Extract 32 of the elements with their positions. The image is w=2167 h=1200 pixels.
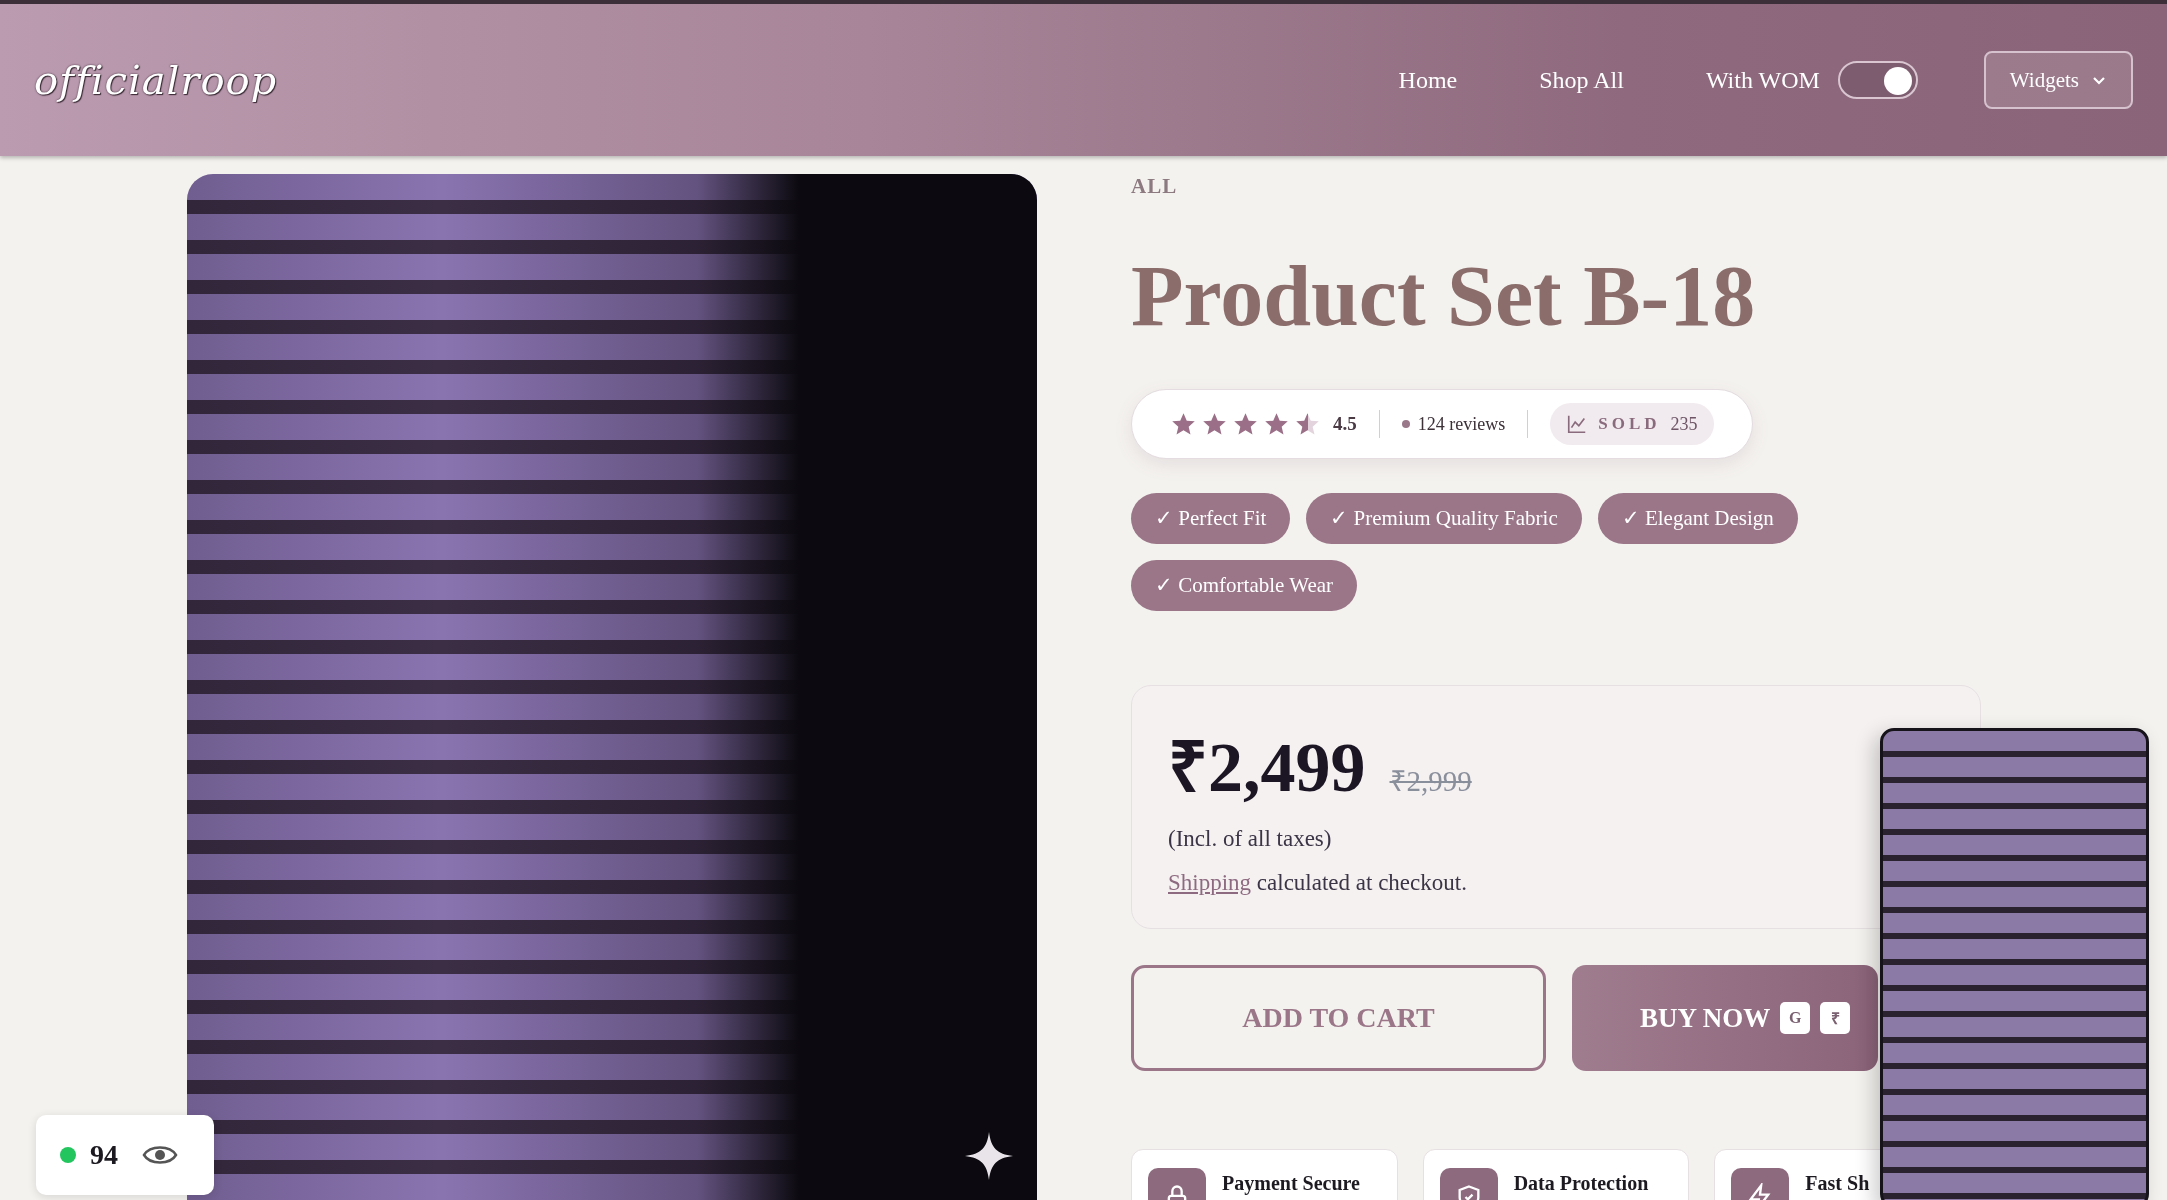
feature-tag: ✓ Comfortable Wear <box>1131 560 1358 611</box>
feature-label: Payment Secure <box>1222 1172 1360 1195</box>
add-to-cart-button[interactable]: ADD TO CART <box>1131 965 1546 1071</box>
sold-count: 235 <box>1670 413 1698 435</box>
shipping-link[interactable]: Shipping <box>1168 870 1252 895</box>
feature-tag: ✓ Premium Quality Fabric <box>1306 493 1582 544</box>
widgets-dropdown[interactable]: Widgets <box>1983 51 2133 109</box>
feature-label: Data Protection <box>1513 1172 1649 1195</box>
breadcrumb-link[interactable]: ALL <box>1131 174 1178 198</box>
payment-badge: ₹ <box>1820 1002 1851 1034</box>
feature-tag: ✓ Elegant Design <box>1597 493 1798 544</box>
tax-note: (Incl. of all taxes) <box>1168 826 1333 852</box>
buy-now-button[interactable]: BUY NOW G ₹ <box>1572 965 1878 1071</box>
sparkle-icon[interactable] <box>965 1132 1013 1180</box>
viewer-count: 94 <box>90 1139 118 1171</box>
toggle-label: With WOM <box>1705 66 1820 94</box>
logo[interactable]: officialroop <box>34 57 278 103</box>
current-price: ₹2,499 <box>1168 728 1366 808</box>
status-dot <box>60 1147 76 1163</box>
reviews-link[interactable]: 124 reviews <box>1417 413 1506 435</box>
payment-badge: G <box>1780 1002 1811 1034</box>
original-price: ₹2,999 <box>1389 764 1472 799</box>
nav-link[interactable]: Shop All <box>1539 66 1624 94</box>
bullet-dot <box>1401 420 1410 428</box>
wom-toggle[interactable] <box>1837 61 1918 99</box>
product-title: Product Set B-18 <box>1131 253 1757 339</box>
sold-label: SOLD <box>1598 414 1661 434</box>
rating-value: 4.5 <box>1333 413 1357 435</box>
video-placeholder[interactable] <box>1880 728 2149 1200</box>
nav-link[interactable]: Home <box>1398 66 1458 94</box>
feature-label: Fast Sh <box>1805 1172 1870 1195</box>
feature-tag: ✓ Perfect Fit <box>1131 493 1291 544</box>
